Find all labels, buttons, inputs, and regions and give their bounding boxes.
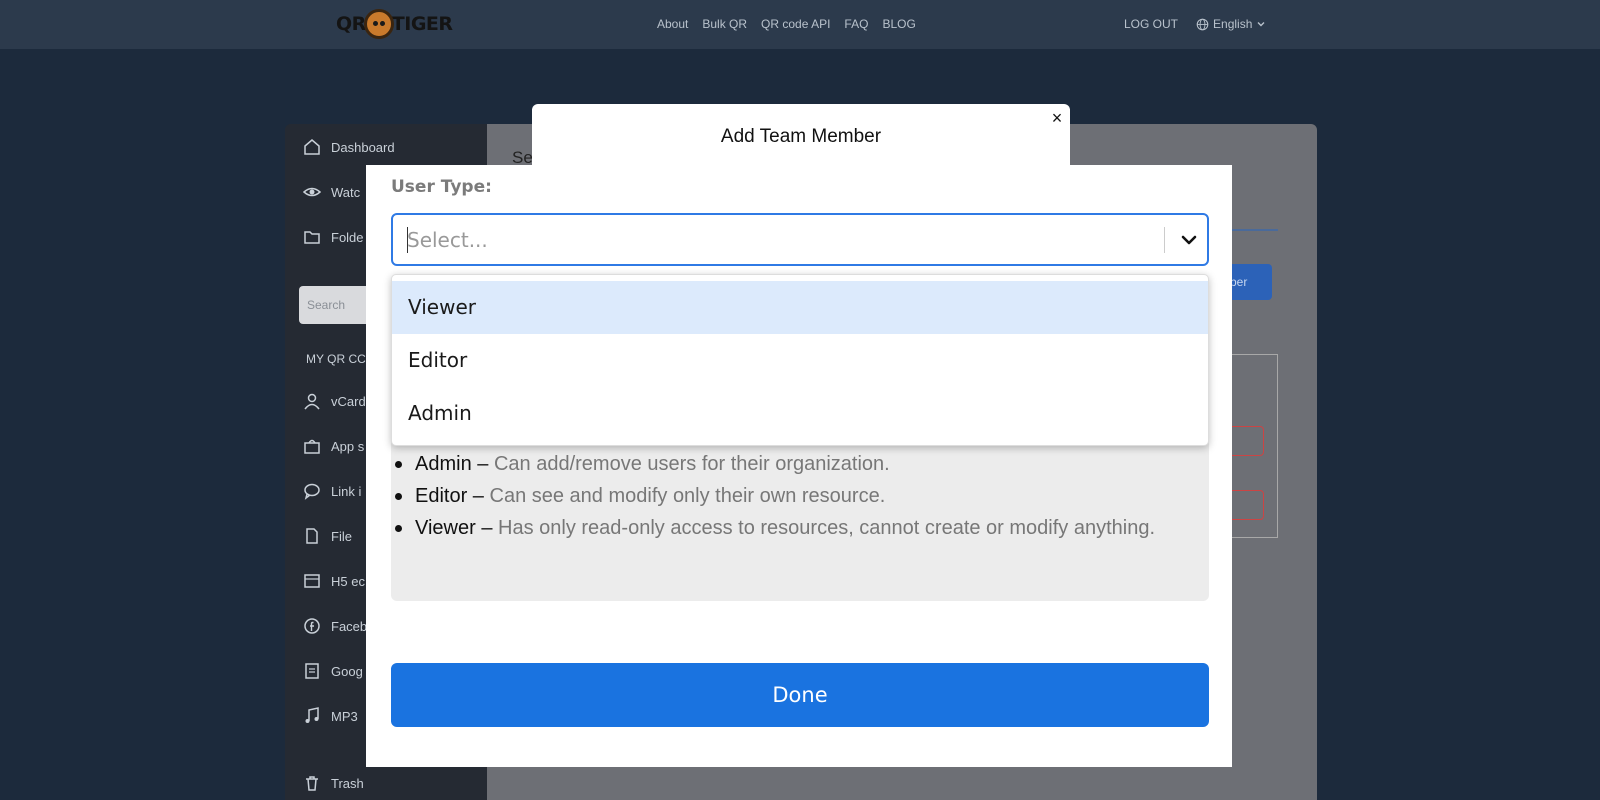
- select-separator: [1164, 227, 1165, 253]
- role-description: Can add/remove users for their organizat…: [493, 453, 890, 475]
- role-description-list: Admin – Can add/remove users for their o…: [391, 448, 1171, 544]
- user-type-dropdown-menu: Viewer Editor Admin: [391, 274, 1209, 446]
- role-item-editor: Editor – Can see and modify only their o…: [391, 480, 1171, 512]
- add-team-member-modal: User Type: Select... Admin – Can add/rem…: [366, 165, 1232, 767]
- select-placeholder: Select...: [407, 228, 488, 252]
- sidebar-item-facebook[interactable]: Faceb: [303, 617, 367, 635]
- eye-icon: [303, 187, 321, 197]
- role-name: Admin: [415, 453, 472, 475]
- sidebar-item-label: MP3: [331, 708, 358, 724]
- sidebar-item-label: Link i: [331, 483, 362, 499]
- nav-link-qr-code-api[interactable]: QR code API: [761, 17, 830, 31]
- sidebar-item-trash[interactable]: Trash: [303, 774, 364, 792]
- role-name: Viewer: [415, 517, 476, 539]
- tiger-logo-icon: [363, 9, 394, 39]
- modal-title: Add Team Member: [720, 126, 882, 147]
- html-icon: [304, 574, 320, 588]
- folder-icon: [304, 231, 320, 244]
- sidebar-item-folder[interactable]: Folde: [303, 228, 364, 246]
- sidebar-item-label: App s: [331, 438, 365, 454]
- sidebar-item-label: Faceb: [331, 618, 368, 634]
- sidebar-section-heading: MY QR CC: [306, 352, 366, 366]
- sidebar-item-dashboard[interactable]: Dashboard: [303, 138, 395, 156]
- sidebar-item-link[interactable]: Link i: [303, 482, 361, 500]
- role-description: Has only read-only access to resources, …: [498, 517, 1156, 539]
- close-icon[interactable]: ×: [1048, 108, 1066, 128]
- role-item-viewer: Viewer – Has only read-only access to re…: [391, 512, 1171, 544]
- sidebar-item-file[interactable]: File: [303, 527, 352, 545]
- globe-icon: [1196, 18, 1209, 30]
- text-caret: [407, 227, 408, 253]
- sidebar-item-label: Watc: [331, 184, 361, 200]
- language-label: English: [1213, 17, 1253, 31]
- modal-header: Add Team Member: [532, 104, 1070, 172]
- nav-link-faq[interactable]: FAQ: [844, 17, 868, 31]
- sidebar-item-label: Dashboard: [331, 139, 395, 155]
- top-navbar: QR TIGER About Bulk QR QR code API FAQ B…: [0, 0, 1600, 49]
- nav-right: LOG OUT English: [1124, 17, 1266, 31]
- sidebar-item-app-store[interactable]: App s: [303, 437, 364, 455]
- qr-tiger-logo[interactable]: QR TIGER: [336, 9, 453, 39]
- sidebar-item-label: Trash: [331, 775, 364, 791]
- sidebar-item-label: vCard: [331, 393, 366, 409]
- role-item-admin: Admin – Can add/remove users for their o…: [391, 448, 1171, 480]
- sidebar-item-watch[interactable]: Watc: [303, 183, 360, 201]
- sidebar-item-mp3[interactable]: MP3: [303, 707, 358, 725]
- file-icon: [306, 528, 318, 544]
- role-description: Can see and modify only their own resour…: [489, 485, 886, 507]
- role-name: Editor: [415, 485, 468, 507]
- home-icon: [304, 139, 320, 155]
- sidebar-item-h5-editor[interactable]: H5 ec: [303, 572, 365, 590]
- nav-links: About Bulk QR QR code API FAQ BLOG: [657, 17, 916, 31]
- sidebar-item-vcard[interactable]: vCard: [303, 392, 366, 410]
- chevron-down-icon: [1257, 22, 1265, 27]
- option-viewer[interactable]: Viewer: [392, 281, 1208, 334]
- nav-link-blog[interactable]: BLOG: [882, 17, 915, 31]
- logo-text-right: TIGER: [391, 13, 453, 35]
- bag-icon: [304, 439, 320, 454]
- trash-icon: [306, 776, 318, 791]
- option-admin[interactable]: Admin: [392, 387, 1208, 440]
- nav-link-bulk-qr[interactable]: Bulk QR: [702, 17, 747, 31]
- chevron-down-icon[interactable]: [1179, 230, 1199, 250]
- user-type-select[interactable]: Select...: [391, 213, 1209, 266]
- sidebar-item-label: Folde: [331, 229, 364, 245]
- option-editor[interactable]: Editor: [392, 334, 1208, 387]
- music-icon: [305, 707, 319, 723]
- sidebar-item-label: File: [331, 528, 352, 544]
- done-button[interactable]: Done: [391, 663, 1209, 727]
- document-icon: [305, 663, 319, 679]
- sidebar-item-label: Goog: [331, 663, 363, 679]
- chat-icon: [304, 483, 320, 500]
- user-icon: [304, 393, 320, 410]
- language-selector[interactable]: English: [1196, 17, 1266, 31]
- sidebar-item-label: H5 ec: [331, 573, 365, 589]
- logo-text-left: QR: [336, 13, 366, 35]
- logout-link[interactable]: LOG OUT: [1124, 17, 1178, 31]
- nav-link-about[interactable]: About: [657, 17, 688, 31]
- sidebar-item-google[interactable]: Goog: [303, 662, 363, 680]
- facebook-icon: [304, 618, 320, 634]
- user-type-label: User Type:: [391, 177, 492, 197]
